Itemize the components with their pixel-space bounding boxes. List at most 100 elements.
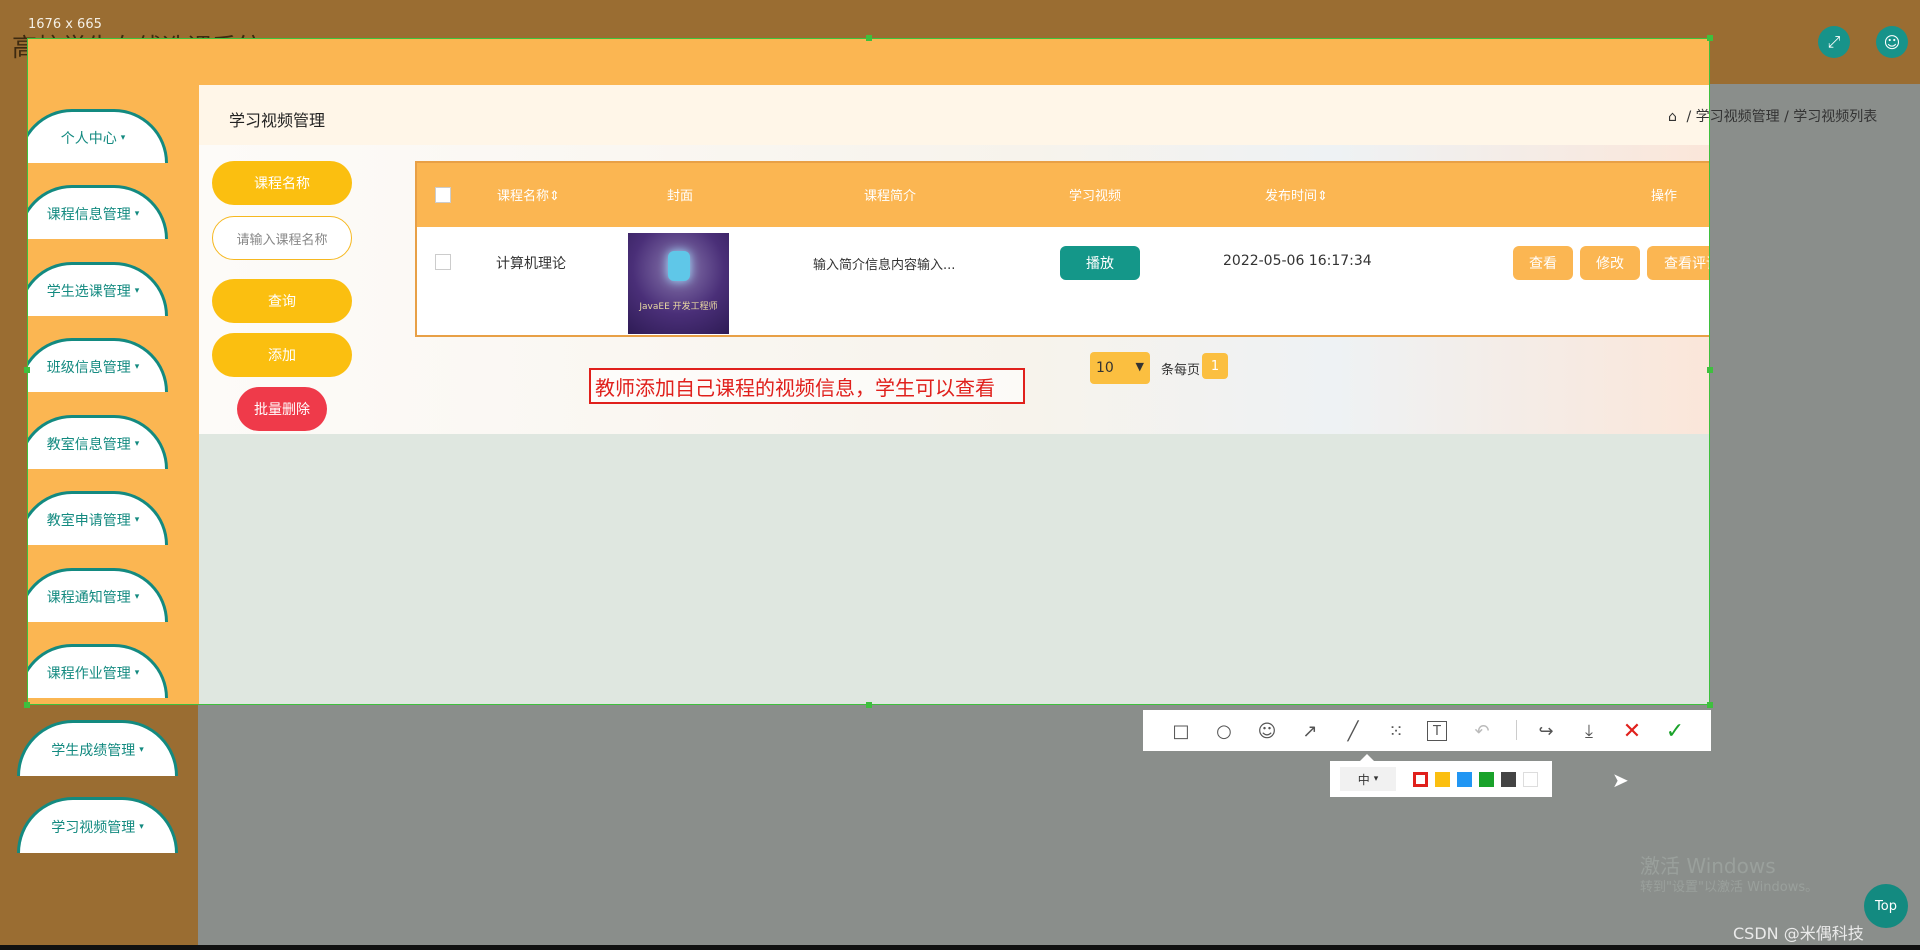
sidebar-item-label: 教室信息管理 — [46, 436, 131, 453]
color-swatch-dark[interactable] — [1501, 772, 1516, 787]
caret-down-icon: ▾ — [134, 208, 140, 219]
selection-handle[interactable] — [24, 367, 30, 373]
screen-bottom-border — [0, 945, 1920, 950]
caret-down-icon: ▾ — [134, 514, 140, 525]
rectangle-icon[interactable]: □ — [1169, 719, 1193, 743]
pen-icon[interactable]: ╱ — [1341, 719, 1365, 743]
caret-down-icon: ▾ — [134, 361, 140, 372]
breadcrumb: ⌂ / 学习视频管理 / 学习视频列表 — [1668, 106, 1877, 126]
capture-toolbar: □ ○ ☺ ↗ ╱ ⁙ T ↶ ↪ ⤓ ✕ ✓ — [1143, 710, 1711, 751]
brush-size-select[interactable]: 中 ▾ — [1340, 767, 1396, 791]
user-icon[interactable]: ☺ — [1876, 26, 1908, 58]
page-size-label: 条每页 — [1161, 363, 1201, 378]
sidebar-item-label: 教室申请管理 — [46, 512, 131, 529]
javaee-logo-icon — [668, 251, 690, 281]
edit-button[interactable]: 修改 — [1580, 246, 1640, 280]
share-icon[interactable]: ↪ — [1534, 719, 1558, 743]
caret-down-icon: ▾ — [120, 132, 126, 143]
column-actions: 操作 — [1651, 189, 1678, 204]
undo-icon[interactable]: ↶ — [1470, 719, 1494, 743]
caret-down-icon: ▾ — [134, 591, 140, 602]
column-label: 课程名称 — [497, 189, 550, 204]
page-button[interactable]: 1 — [1202, 353, 1228, 379]
course-name-cell: 计算机理论 — [496, 256, 566, 272]
caret-down-icon: ▾ — [139, 744, 144, 755]
annotation-text-box[interactable]: 教师添加自己课程的视频信息，学生可以查看 — [589, 368, 1025, 404]
chevron-down-icon: ▼ — [1135, 360, 1144, 373]
sidebar-item-label: 班级信息管理 — [46, 359, 131, 376]
expand-icon[interactable]: ⤢ — [1818, 26, 1850, 58]
caret-down-icon: ▾ — [134, 667, 140, 678]
toolbar-divider — [1516, 720, 1517, 740]
close-icon[interactable]: ✕ — [1620, 719, 1644, 744]
select-all-checkbox[interactable] — [435, 187, 451, 203]
breadcrumb-item[interactable]: 学习视频管理 — [1696, 109, 1780, 125]
capture-selection[interactable]: 个人中心 ▾ 课程信息管理 ▾ 学生选课管理 ▾ 班级信息管理 ▾ 教室信息管理 ▾ 教室… — [27, 38, 1710, 705]
brush-size-value: 中 — [1357, 772, 1370, 787]
publish-time-cell: 2022-05-06 16:17:34 — [1223, 253, 1372, 269]
selection-handle[interactable] — [866, 702, 872, 708]
sort-icon: ⇕ — [549, 189, 560, 204]
row-checkbox[interactable] — [435, 254, 451, 270]
caret-down-icon: ▾ — [139, 821, 144, 832]
selection-handle[interactable] — [866, 35, 872, 41]
windows-activation-hint: 转到"设置"以激活 Windows。 — [1640, 880, 1819, 895]
color-swatch-red[interactable] — [1413, 772, 1428, 787]
batch-delete-button[interactable]: 批量删除 — [237, 387, 327, 431]
query-button[interactable]: 查询 — [212, 279, 352, 323]
column-label: 发布时间 — [1265, 189, 1318, 204]
sidebar-item-label: 学习视频管理 — [51, 819, 136, 836]
selection-handle[interactable] — [1707, 367, 1713, 373]
course-name-label: 课程名称 — [212, 161, 352, 205]
sort-icon: ⇕ — [1317, 189, 1328, 204]
back-to-top-button[interactable]: Top — [1864, 884, 1908, 928]
sidebar-item-label: 学生选课管理 — [46, 283, 131, 300]
page-size-select[interactable]: 10 ▼ — [1090, 352, 1150, 384]
download-icon[interactable]: ⤓ — [1577, 719, 1601, 743]
view-comments-button[interactable]: 查看评论 — [1647, 246, 1709, 280]
color-swatch-green[interactable] — [1479, 772, 1494, 787]
ellipse-icon[interactable]: ○ — [1212, 719, 1236, 743]
home-icon[interactable]: ⌂ — [1668, 109, 1682, 125]
page-size-value: 10 — [1096, 360, 1114, 376]
selection-handle[interactable] — [1707, 702, 1713, 708]
page-title: 学习视频管理 — [229, 111, 326, 130]
caret-down-icon: ▾ — [134, 285, 140, 296]
column-course-name[interactable]: 课程名称⇕ — [497, 185, 560, 204]
column-video: 学习视频 — [1069, 189, 1122, 204]
csdn-watermark: CSDN @米偶科技 — [1733, 924, 1864, 943]
column-publish-time[interactable]: 发布时间⇕ — [1265, 185, 1328, 204]
color-swatch-blue[interactable] — [1457, 772, 1472, 787]
caret-down-icon: ▾ — [1373, 774, 1379, 784]
cover-caption: JavaEE 开发工程师 — [639, 302, 718, 312]
column-intro: 课程简介 — [864, 189, 917, 204]
windows-activation-watermark: 激活 Windows — [1640, 854, 1776, 878]
confirm-icon[interactable]: ✓ — [1663, 719, 1687, 744]
color-palette: 中 ▾ — [1330, 754, 1552, 797]
play-video-button[interactable]: 播放 — [1060, 246, 1140, 280]
video-table: 课程名称⇕ 封面 课程简介 学习视频 发布时间⇕ 操作 计算机理论 JavaEE… — [415, 161, 1709, 337]
color-swatch-white[interactable] — [1523, 772, 1538, 787]
selection-handle[interactable] — [1707, 35, 1713, 41]
color-swatch-yellow[interactable] — [1435, 772, 1450, 787]
mouse-cursor-icon: ➤ — [1612, 768, 1629, 792]
view-button[interactable]: 查看 — [1513, 246, 1573, 280]
table-header: 课程名称⇕ 封面 课程简介 学习视频 发布时间⇕ 操作 — [417, 163, 1709, 227]
course-name-search-input[interactable]: 请输入课程名称 — [212, 216, 352, 260]
text-icon[interactable]: T — [1427, 721, 1447, 741]
sidebar-item-label: 课程作业管理 — [46, 665, 131, 682]
sidebar-item-label: 课程通知管理 — [46, 589, 131, 606]
course-cover-image: JavaEE 开发工程师 — [628, 233, 729, 334]
mosaic-icon[interactable]: ⁙ — [1384, 719, 1408, 743]
breadcrumb-separator: / — [1784, 109, 1789, 125]
add-button[interactable]: 添加 — [212, 333, 352, 377]
column-cover: 封面 — [667, 189, 694, 204]
emoji-icon[interactable]: ☺ — [1255, 719, 1279, 743]
breadcrumb-item: 学习视频列表 — [1793, 109, 1878, 125]
breadcrumb-separator: / — [1686, 109, 1692, 125]
selection-handle[interactable] — [24, 702, 30, 708]
page-header: 学习视频管理 — [199, 85, 1709, 145]
sidebar-item-label: 个人中心 — [60, 130, 117, 147]
sidebar-item-label: 课程信息管理 — [46, 206, 131, 223]
arrow-icon[interactable]: ↗ — [1298, 719, 1322, 743]
